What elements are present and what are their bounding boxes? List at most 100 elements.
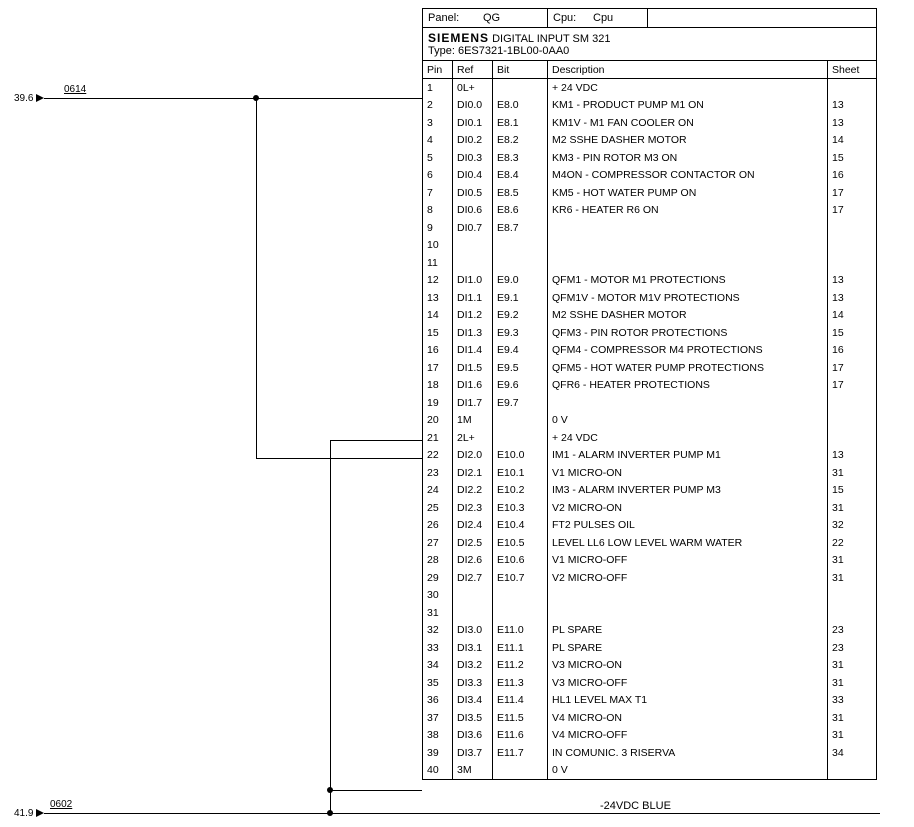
table-row: 13DI1.1E9.1QFM1V - MOTOR M1V PROTECTIONS… [423, 289, 876, 307]
table-row: 11 [423, 254, 876, 272]
cell-sheet [828, 604, 876, 622]
cell-bit: E9.3 [493, 324, 548, 342]
cell-bit: E10.4 [493, 517, 548, 535]
cell-ref: DI1.4 [453, 342, 493, 360]
cell-pin: 38 [423, 727, 453, 745]
table-row: 201M0 V [423, 412, 876, 430]
col-header-pin: Pin [423, 61, 453, 78]
cell-ref: DI1.1 [453, 289, 493, 307]
cell-bit: E11.5 [493, 709, 548, 727]
cpu-value: Cpu [588, 9, 648, 27]
cell-pin: 4 [423, 132, 453, 150]
cell-sheet: 17 [828, 184, 876, 202]
wire-net-bottom: 0602 [50, 799, 72, 810]
table-row: 6DI0.4E8.4M4ON - COMPRESSOR CONTACTOR ON… [423, 167, 876, 185]
cell-pin: 13 [423, 289, 453, 307]
cell-sheet: 22 [828, 534, 876, 552]
cell-sheet [828, 429, 876, 447]
table-row: 25DI2.3E10.3V2 MICRO-ON31 [423, 499, 876, 517]
cell-desc: IM3 - ALARM INVERTER PUMP M3 [548, 482, 828, 500]
table-row: 24DI2.2E10.2IM3 - ALARM INVERTER PUMP M3… [423, 482, 876, 500]
cell-bit: E10.3 [493, 499, 548, 517]
cell-pin: 8 [423, 202, 453, 220]
cell-pin: 30 [423, 587, 453, 605]
cell-pin: 1 [423, 79, 453, 97]
wire-vertical [256, 98, 257, 458]
cell-ref: DI3.4 [453, 692, 493, 710]
type-label: Type: [428, 45, 455, 57]
cell-pin: 31 [423, 604, 453, 622]
cell-desc: V1 MICRO-OFF [548, 552, 828, 570]
cell-bit: E11.6 [493, 727, 548, 745]
table-row: 19DI1.7E9.7 [423, 394, 876, 412]
cell-ref: DI3.3 [453, 674, 493, 692]
table-row: 18DI1.6E9.6QFR6 - HEATER PROTECTIONS17 [423, 377, 876, 395]
cell-desc: LEVEL LL6 LOW LEVEL WARM WATER [548, 534, 828, 552]
table-row: 27DI2.5E10.5LEVEL LL6 LOW LEVEL WARM WAT… [423, 534, 876, 552]
cell-pin: 6 [423, 167, 453, 185]
cell-sheet: 31 [828, 464, 876, 482]
cell-bit [493, 237, 548, 255]
cell-pin: 16 [423, 342, 453, 360]
cell-pin: 3 [423, 114, 453, 132]
cell-pin: 11 [423, 254, 453, 272]
cell-ref: DI3.0 [453, 622, 493, 640]
cell-bit: E11.0 [493, 622, 548, 640]
cell-ref: DI2.6 [453, 552, 493, 570]
cell-desc: KM5 - HOT WATER PUMP ON [548, 184, 828, 202]
table-row: 3DI0.1E8.1KM1V - M1 FAN COOLER ON13 [423, 114, 876, 132]
table-row: 10L++ 24 VDC [423, 79, 876, 97]
table-row: 32DI3.0E11.0PL SPARE23 [423, 622, 876, 640]
table-row: 22DI2.0E10.0IM1 - ALARM INVERTER PUMP M1… [423, 447, 876, 465]
cell-bit: E9.6 [493, 377, 548, 395]
cell-bit: E10.1 [493, 464, 548, 482]
cell-pin: 9 [423, 219, 453, 237]
table-row: 403M0 V [423, 762, 876, 780]
cell-ref: DI1.7 [453, 394, 493, 412]
cell-desc: V1 MICRO-ON [548, 464, 828, 482]
cell-sheet: 31 [828, 569, 876, 587]
cell-bit: E9.4 [493, 342, 548, 360]
table-row: 9DI0.7E8.7 [423, 219, 876, 237]
cell-ref: 2L+ [453, 429, 493, 447]
cell-bit: E11.1 [493, 639, 548, 657]
cell-ref: 1M [453, 412, 493, 430]
cell-ref: DI0.4 [453, 167, 493, 185]
cell-pin: 24 [423, 482, 453, 500]
cell-pin: 34 [423, 657, 453, 675]
cell-desc [548, 237, 828, 255]
cell-desc [548, 604, 828, 622]
cell-bit: E9.5 [493, 359, 548, 377]
table-row: 34DI3.2E11.2V3 MICRO-ON31 [423, 657, 876, 675]
table-row: 28DI2.6E10.6V1 MICRO-OFF31 [423, 552, 876, 570]
cell-ref: DI3.1 [453, 639, 493, 657]
cell-pin: 23 [423, 464, 453, 482]
cell-sheet: 33 [828, 692, 876, 710]
cell-pin: 29 [423, 569, 453, 587]
cell-sheet: 14 [828, 307, 876, 325]
table-row: 15DI1.3E9.3QFM3 - PIN ROTOR PROTECTIONS1… [423, 324, 876, 342]
table-row: 30 [423, 587, 876, 605]
cell-bit: E9.7 [493, 394, 548, 412]
cell-desc: V2 MICRO-ON [548, 499, 828, 517]
cell-ref: DI1.3 [453, 324, 493, 342]
col-header-sheet: Sheet [828, 61, 876, 78]
cell-desc: M4ON - COMPRESSOR CONTACTOR ON [548, 167, 828, 185]
cell-sheet: 13 [828, 114, 876, 132]
cell-bit: E10.6 [493, 552, 548, 570]
wire-net-top: 0614 [64, 84, 86, 95]
table-body: 10L++ 24 VDC2DI0.0E8.0KM1 - PRODUCT PUMP… [423, 79, 876, 779]
cell-pin: 19 [423, 394, 453, 412]
cell-desc: QFM5 - HOT WATER PUMP PROTECTIONS [548, 359, 828, 377]
cell-ref: DI2.7 [453, 569, 493, 587]
cell-sheet: 13 [828, 272, 876, 290]
cpu-label: Cpu: [548, 9, 588, 27]
cell-ref: DI1.6 [453, 377, 493, 395]
cell-sheet [828, 394, 876, 412]
cell-desc: QFM4 - COMPRESSOR M4 PROTECTIONS [548, 342, 828, 360]
wire-horizontal [330, 790, 422, 791]
arrow-icon [36, 809, 44, 817]
wire-horizontal [44, 98, 422, 99]
wire-source-bottom: 41.9 [14, 808, 33, 819]
cell-desc [548, 587, 828, 605]
